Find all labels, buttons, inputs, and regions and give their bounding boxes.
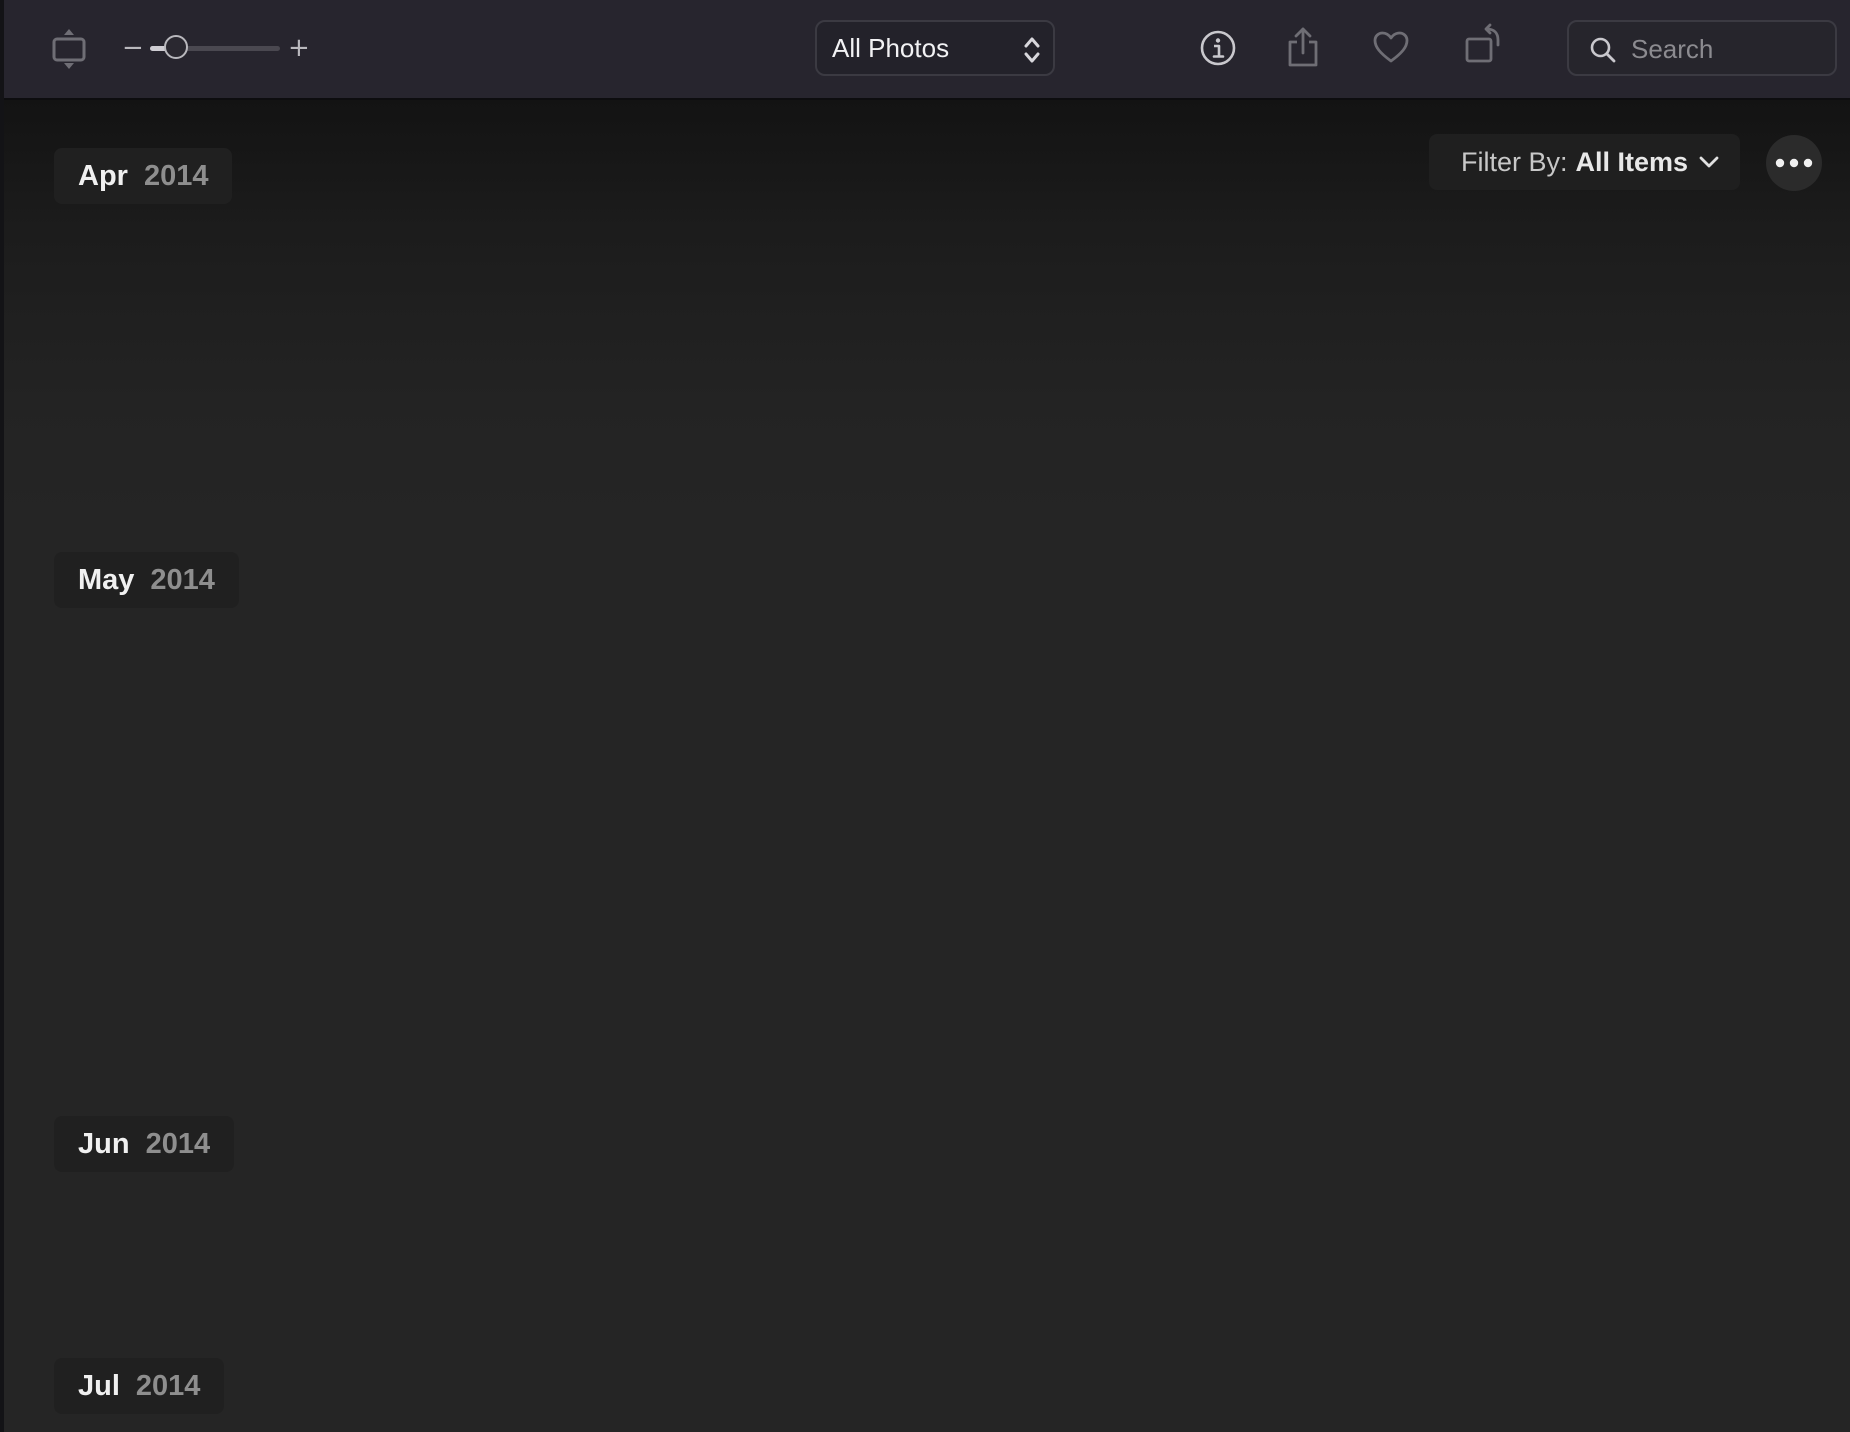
- month-name: Apr: [78, 159, 128, 192]
- month-header-apr[interactable]: Apr 2014: [54, 148, 233, 204]
- month-header-jun[interactable]: Jun 2014: [54, 1116, 235, 1172]
- photos-window: − + All Photos Search Apr 2014 May 2014 …: [0, 0, 1850, 1432]
- more-options-button[interactable]: [1766, 135, 1822, 191]
- rotate-icon: [1465, 23, 1500, 63]
- month-header-jul[interactable]: Jul 2014: [54, 1358, 225, 1414]
- month-name: Jun: [78, 1127, 130, 1160]
- heart-icon: [1373, 31, 1409, 63]
- month-year: 2014: [150, 563, 215, 596]
- filter-prefix: Filter By:: [1461, 146, 1568, 177]
- month-name: May: [78, 563, 135, 596]
- view-select[interactable]: All Photos: [815, 20, 1055, 76]
- toolbar: − + All Photos: [4, 0, 1850, 100]
- info-icon: [1200, 30, 1236, 66]
- filter-button[interactable]: Filter By: All Items: [1429, 134, 1740, 190]
- slideshow-button[interactable]: [46, 26, 92, 72]
- share-button[interactable]: [1280, 22, 1326, 72]
- chevron-updown-icon: [1024, 37, 1040, 63]
- month-year: 2014: [143, 159, 209, 192]
- month-name: Jul: [78, 1369, 120, 1402]
- month-year: 2014: [135, 1369, 201, 1402]
- zoom-in-label[interactable]: +: [288, 34, 310, 62]
- zoom-slider[interactable]: − +: [116, 28, 316, 68]
- filter-value: All Items: [1575, 146, 1689, 177]
- info-button[interactable]: [1195, 24, 1241, 72]
- favorite-button[interactable]: [1368, 24, 1414, 70]
- zoom-out-label[interactable]: −: [122, 34, 144, 62]
- ellipsis-icon: [1775, 158, 1813, 168]
- month-header-may[interactable]: May 2014: [54, 552, 239, 608]
- photo-library-content[interactable]: Apr 2014 May 2014 Jun 2014 Jul 2014 Filt…: [4, 100, 1850, 1432]
- share-icon: [1288, 27, 1318, 67]
- month-year: 2014: [145, 1127, 211, 1160]
- chevron-down-icon: [1699, 156, 1719, 168]
- rotate-button[interactable]: [1459, 20, 1507, 68]
- search-icon: [1589, 36, 1617, 69]
- zoom-slider-track[interactable]: [150, 35, 280, 59]
- search-input[interactable]: [1629, 30, 1828, 68]
- slideshow-icon: [52, 29, 86, 69]
- zoom-slider-thumb[interactable]: [164, 35, 188, 59]
- search-box[interactable]: [1567, 20, 1837, 76]
- view-select-value: All Photos: [832, 32, 950, 63]
